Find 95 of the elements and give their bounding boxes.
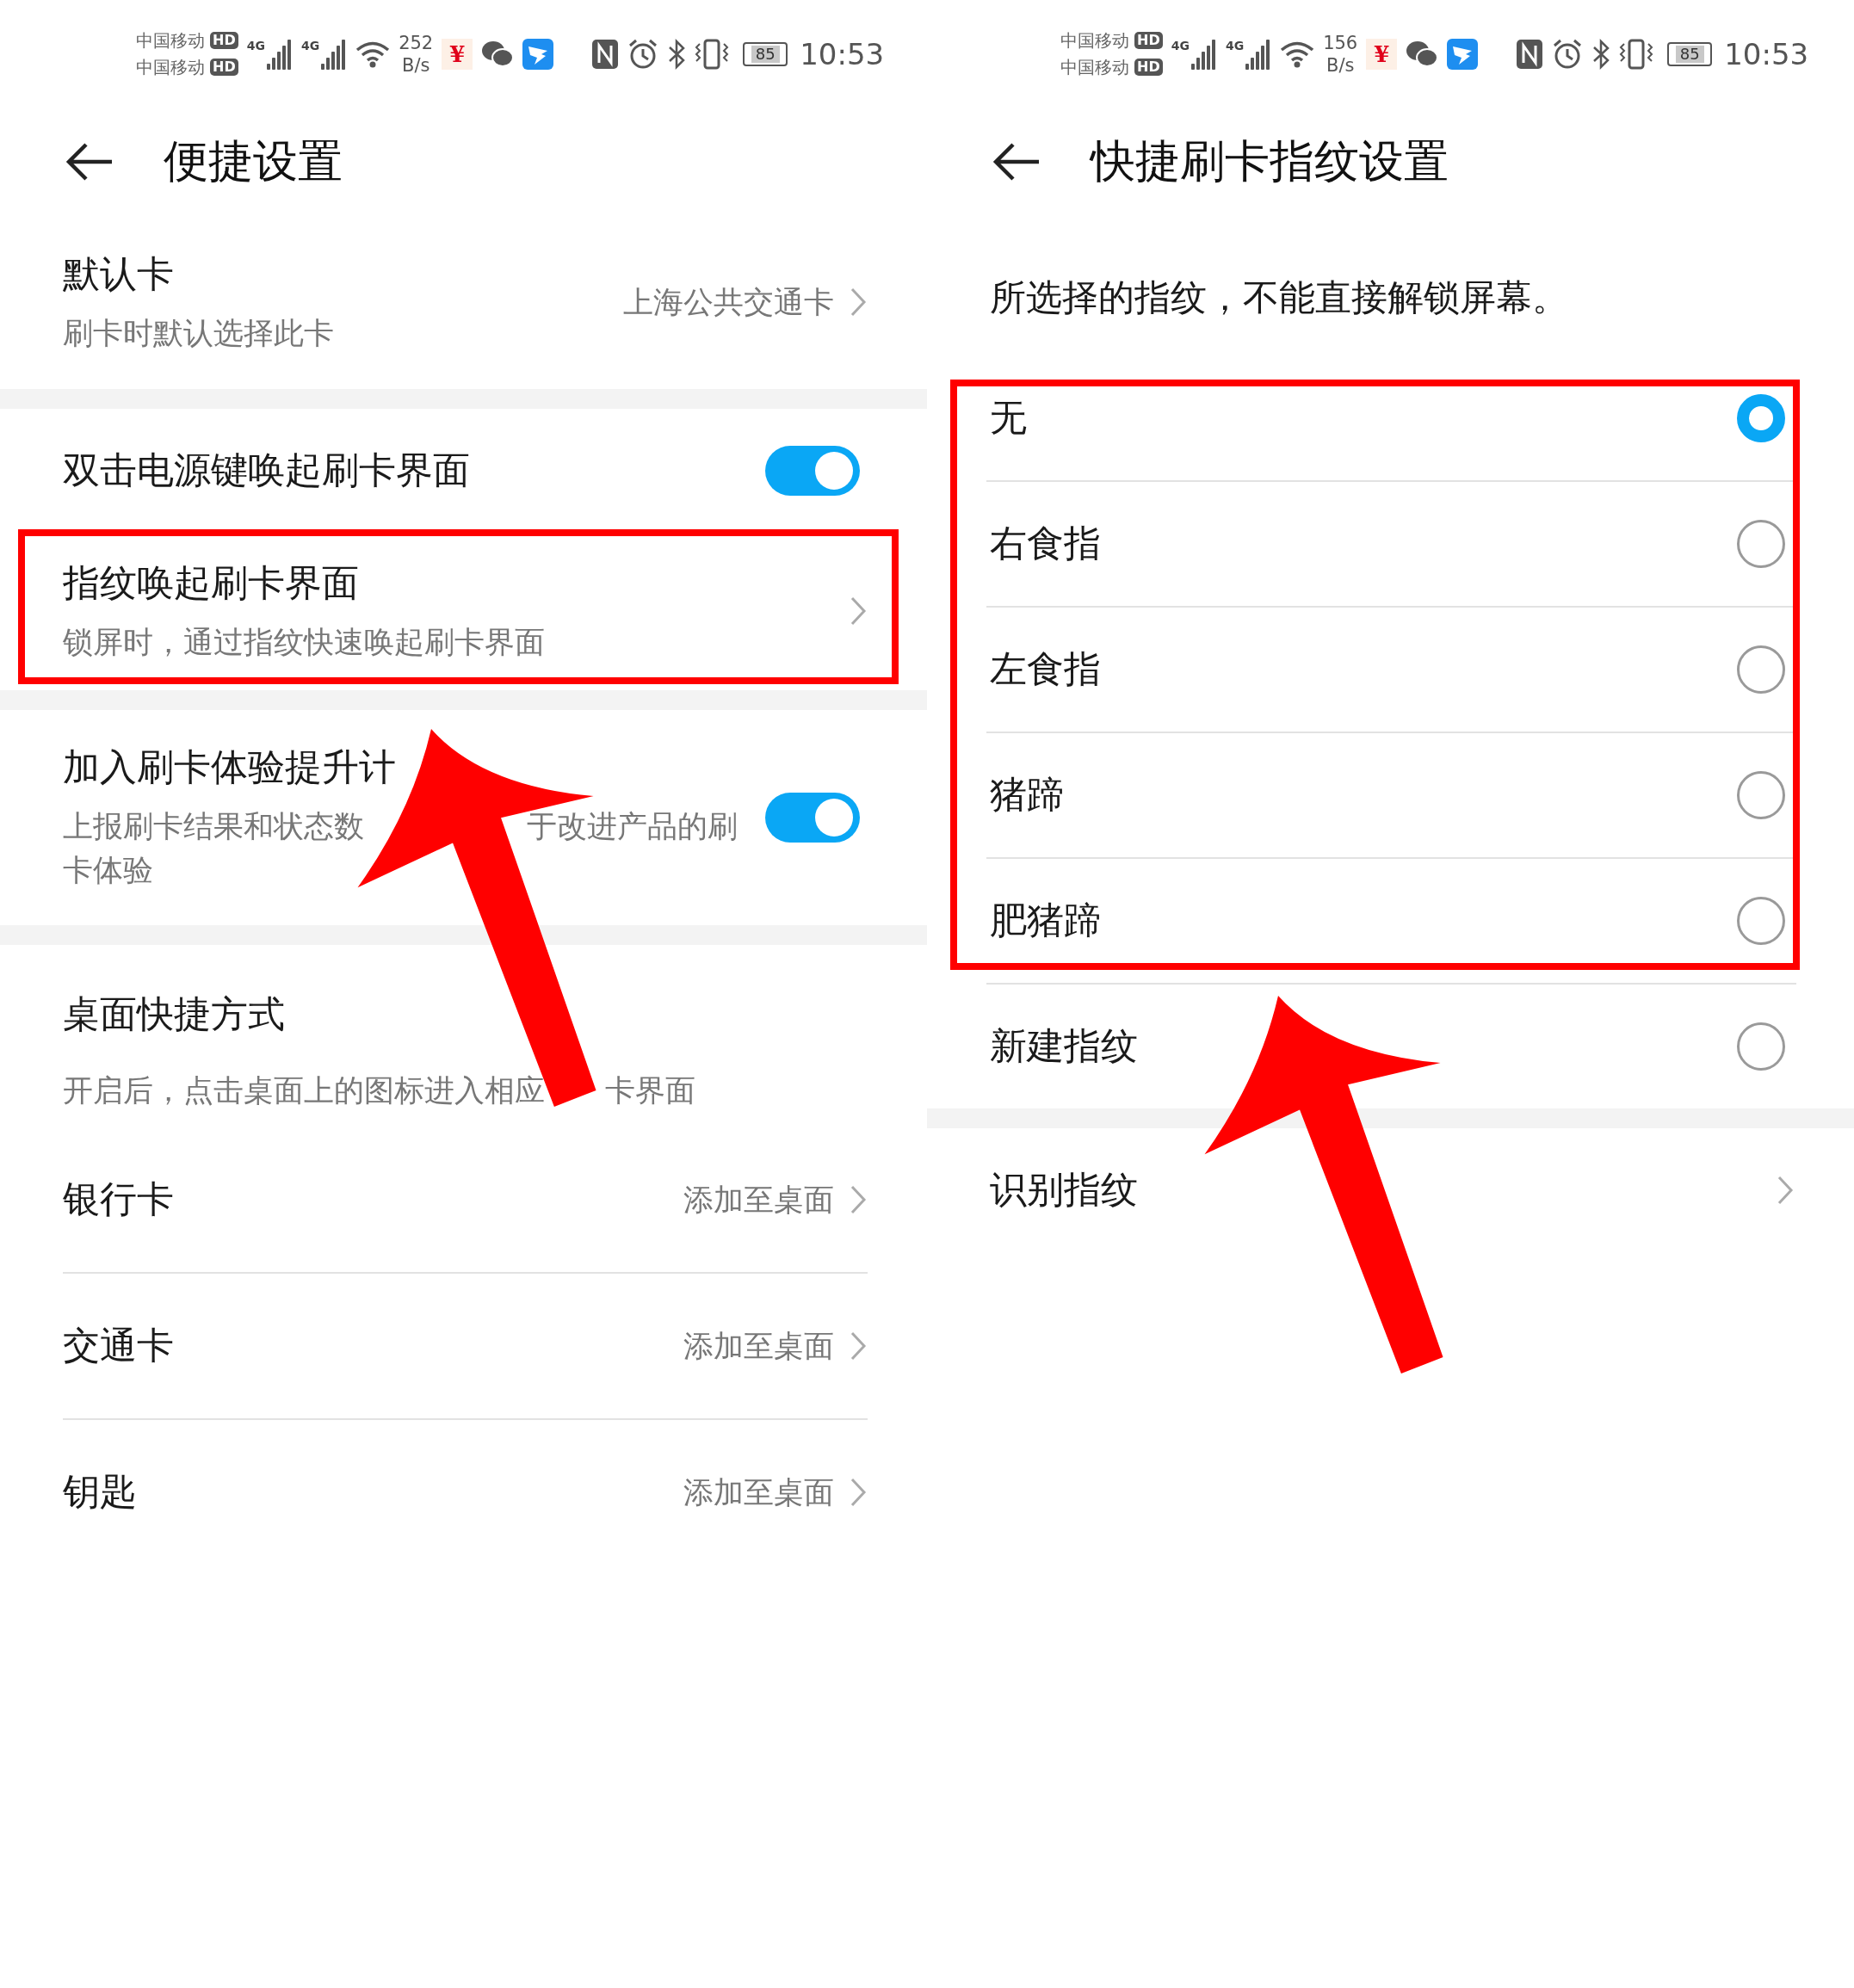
app-icon xyxy=(1447,38,1479,70)
chevron-right-icon xyxy=(1777,1175,1794,1206)
yen-icon: ¥ xyxy=(442,38,473,70)
battery-level: 85 xyxy=(751,45,780,63)
radio-button[interactable] xyxy=(1737,645,1785,694)
chevron-right-icon xyxy=(850,596,867,627)
carrier-name: 中国移动 xyxy=(136,28,205,52)
app-icon xyxy=(522,38,554,70)
row-title: 交通卡 xyxy=(63,1323,174,1368)
bluetooth-icon xyxy=(667,38,687,70)
carrier-name: 中国移动 xyxy=(1060,55,1129,79)
section-title: 桌面快捷方式 xyxy=(63,991,285,1037)
chevron-right-icon xyxy=(850,1477,867,1508)
row-title: 识别指纹 xyxy=(990,1167,1138,1213)
vibrate-icon xyxy=(1619,38,1654,70)
wifi-icon xyxy=(1280,40,1315,68)
option-label: 右食指 xyxy=(990,521,1101,566)
nfc-icon xyxy=(591,38,620,70)
option-label: 左食指 xyxy=(990,646,1101,692)
option-row[interactable]: 无 xyxy=(927,356,1854,480)
option-row[interactable]: 肥猪蹄 xyxy=(927,859,1854,983)
option-label: 肥猪蹄 xyxy=(990,898,1101,943)
back-arrow-icon[interactable] xyxy=(65,140,114,182)
signal-icon xyxy=(266,38,293,70)
clock-time: 10:53 xyxy=(1724,36,1809,71)
row-title: 默认卡 xyxy=(63,250,174,297)
row-value: 添加至桌面 xyxy=(683,1473,834,1511)
description-text: 所选择的指纹，不能直接解锁屏幕。 xyxy=(989,275,1569,320)
chevron-right-icon xyxy=(850,287,867,318)
settings-row[interactable]: 默认卡 刷卡时默认选择此卡 上海公共交通卡 xyxy=(0,215,927,389)
alarm-icon xyxy=(627,38,659,70)
back-arrow-icon[interactable] xyxy=(992,140,1041,182)
hd-badge: HD xyxy=(1134,59,1163,76)
radio-button[interactable] xyxy=(1737,394,1785,442)
row-title: 指纹唤起刷卡界面 xyxy=(63,559,359,606)
row-subtitle: 刷卡时默认选择此卡 xyxy=(63,314,335,352)
row-subtitle: 上报刷卡结果和状态数 xyxy=(63,808,364,846)
hd-badge: HD xyxy=(210,32,238,49)
option-row[interactable]: 右食指 xyxy=(927,482,1854,606)
toggle-switch[interactable] xyxy=(765,793,860,843)
row-title: 银行卡 xyxy=(63,1176,174,1222)
signal-icon xyxy=(1190,38,1217,70)
nfc-icon xyxy=(1516,38,1544,70)
carrier-name: 中国移动 xyxy=(1060,28,1129,52)
radio-button[interactable] xyxy=(1737,897,1785,945)
option-row[interactable]: 新建指纹 xyxy=(927,985,1854,1108)
option-label: 无 xyxy=(990,395,1027,441)
hd-badge: HD xyxy=(210,59,238,76)
network-type: 4G xyxy=(1225,38,1245,52)
option-row[interactable]: 猪蹄 xyxy=(927,733,1854,857)
speed-value: 252 xyxy=(399,31,434,54)
row-subtitle: 锁屏时，通过指纹快速唤起刷卡界面 xyxy=(63,623,546,661)
settings-row[interactable]: 钥匙 添加至桌面 xyxy=(0,1420,927,1565)
row-title: 双击电源键唤起刷卡界面 xyxy=(63,447,470,493)
vibrate-icon xyxy=(695,38,730,70)
row-value: 添加至桌面 xyxy=(683,1181,834,1219)
speed-value: 156 xyxy=(1323,31,1358,54)
network-type: 4G xyxy=(246,38,265,52)
settings-row[interactable]: 银行卡 添加至桌面 xyxy=(0,1127,927,1272)
hd-badge: HD xyxy=(1134,32,1163,49)
radio-button[interactable] xyxy=(1737,1022,1785,1071)
option-label: 猪蹄 xyxy=(990,772,1064,818)
speed-unit: B/s xyxy=(401,53,430,77)
option-row[interactable]: 左食指 xyxy=(927,608,1854,732)
option-label: 新建指纹 xyxy=(990,1023,1138,1069)
chevron-right-icon xyxy=(850,1330,867,1361)
network-type: 4G xyxy=(1171,38,1190,52)
page-title: 快捷刷卡指纹设置 xyxy=(1091,133,1449,188)
clock-time: 10:53 xyxy=(800,36,885,71)
speed-unit: B/s xyxy=(1326,53,1355,77)
row-subtitle: 开启后，点击桌面上的图标进入相应 xyxy=(63,1072,545,1109)
toggle-switch[interactable] xyxy=(765,445,860,496)
settings-row[interactable]: 指纹唤起刷卡界面 锁屏时，通过指纹快速唤起刷卡界面 xyxy=(0,532,927,690)
row-title: 钥匙 xyxy=(63,1469,137,1515)
wifi-icon xyxy=(355,40,391,68)
radio-button[interactable] xyxy=(1737,771,1785,819)
settings-row[interactable]: 交通卡 添加至桌面 xyxy=(0,1274,927,1418)
chevron-right-icon xyxy=(850,1184,867,1215)
alarm-icon xyxy=(1552,38,1584,70)
signal-icon xyxy=(1245,38,1272,70)
row-value: 上海公共交通卡 xyxy=(623,283,834,321)
radio-button[interactable] xyxy=(1737,520,1785,568)
carrier-name: 中国移动 xyxy=(136,55,205,79)
page-title: 便捷设置 xyxy=(164,133,343,188)
bluetooth-icon xyxy=(1591,38,1611,70)
row-subtitle: 于改进产品的刷 xyxy=(527,808,738,846)
row-title: 加入刷卡体验提升计 xyxy=(63,744,396,791)
yen-icon: ¥ xyxy=(1366,38,1398,70)
row-value: 添加至桌面 xyxy=(683,1327,834,1365)
signal-icon xyxy=(321,38,348,70)
settings-row[interactable]: 识别指纹 xyxy=(927,1128,1854,1252)
row-subtitle: 卡体验 xyxy=(63,852,153,889)
network-type: 4G xyxy=(300,38,320,52)
battery-level: 85 xyxy=(1675,45,1704,63)
row-subtitle: 卡界面 xyxy=(605,1072,695,1109)
